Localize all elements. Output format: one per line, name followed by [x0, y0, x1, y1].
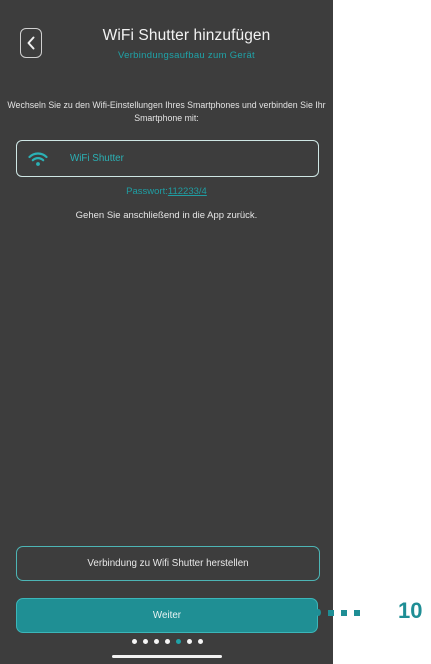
page-dot — [165, 639, 170, 644]
page-title: WiFi Shutter hinzufügen — [102, 27, 271, 44]
page-dot — [143, 639, 148, 644]
app-screen: WiFi Shutter hinzufügen Verbindungsaufba… — [0, 0, 333, 664]
page-dot — [132, 639, 137, 644]
callout-leader — [316, 609, 360, 616]
connect-button[interactable]: Verbindung zu Wifi Shutter herstellen — [16, 546, 320, 581]
chevron-left-icon — [27, 36, 35, 50]
instruction-text: Wechseln Sie zu den Wifi-Einstellungen I… — [7, 100, 326, 123]
next-button[interactable]: Weiter — [16, 598, 318, 633]
password-label: Passwort: — [126, 186, 168, 197]
home-indicator[interactable] — [112, 655, 222, 658]
wifi-network-name: WiFi Shutter — [70, 153, 124, 164]
wifi-icon — [28, 151, 48, 167]
password-value: 112233/4 — [167, 186, 207, 197]
page-dot — [198, 639, 203, 644]
page-dot — [187, 639, 192, 644]
page-indicator — [0, 639, 333, 644]
back-button[interactable] — [20, 28, 42, 58]
wifi-network-item[interactable]: WiFi Shutter — [16, 140, 319, 177]
page-subtitle: Verbindungsaufbau zum Gerät — [118, 50, 255, 61]
callout-number: 10 — [398, 598, 423, 623]
return-instruction: Gehen Sie anschließend in die App zurück… — [75, 210, 258, 221]
page-dot-active — [176, 639, 181, 644]
password-line: Passwort:112233/4 — [0, 186, 333, 197]
page-dot — [154, 639, 159, 644]
